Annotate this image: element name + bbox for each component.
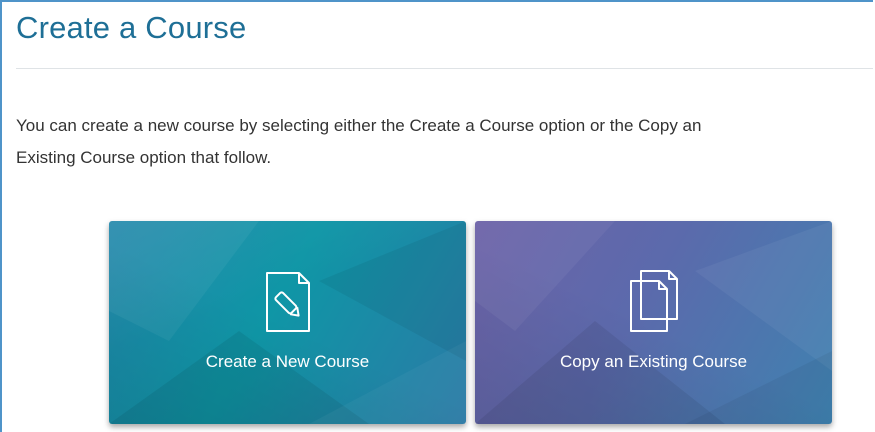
- title-divider: [16, 68, 873, 69]
- create-new-course-button[interactable]: Create a New Course: [109, 221, 466, 424]
- document-pencil-icon: [265, 272, 310, 332]
- intro-text: You can create a new course by selecting…: [16, 110, 873, 174]
- copy-pages-icon: [629, 270, 678, 332]
- intro-line-2: Existing Course option that follow.: [16, 148, 272, 167]
- create-course-panel: Create a Course You can create a new cou…: [0, 0, 873, 432]
- page-title: Create a Course: [16, 10, 247, 45]
- create-new-course-label: Create a New Course: [205, 352, 370, 371]
- copy-existing-course-button[interactable]: Copy an Existing Course: [475, 221, 832, 424]
- copy-existing-course-label: Copy an Existing Course: [559, 352, 748, 371]
- intro-line-1: You can create a new course by selecting…: [16, 116, 702, 135]
